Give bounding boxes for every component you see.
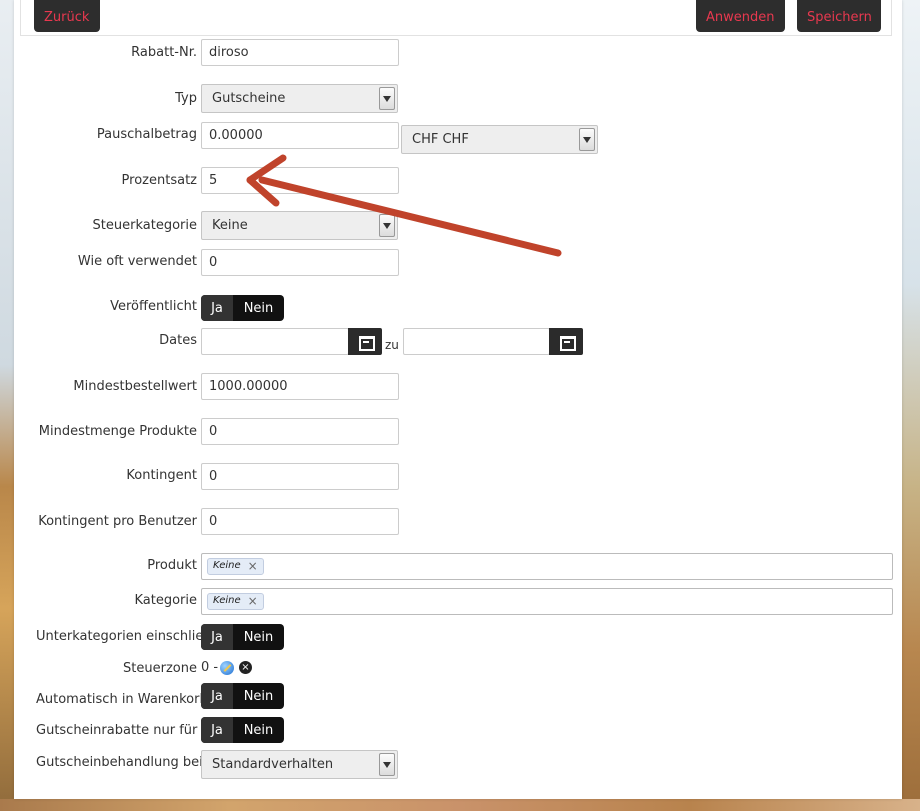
annotation-arrow — [246, 154, 562, 257]
